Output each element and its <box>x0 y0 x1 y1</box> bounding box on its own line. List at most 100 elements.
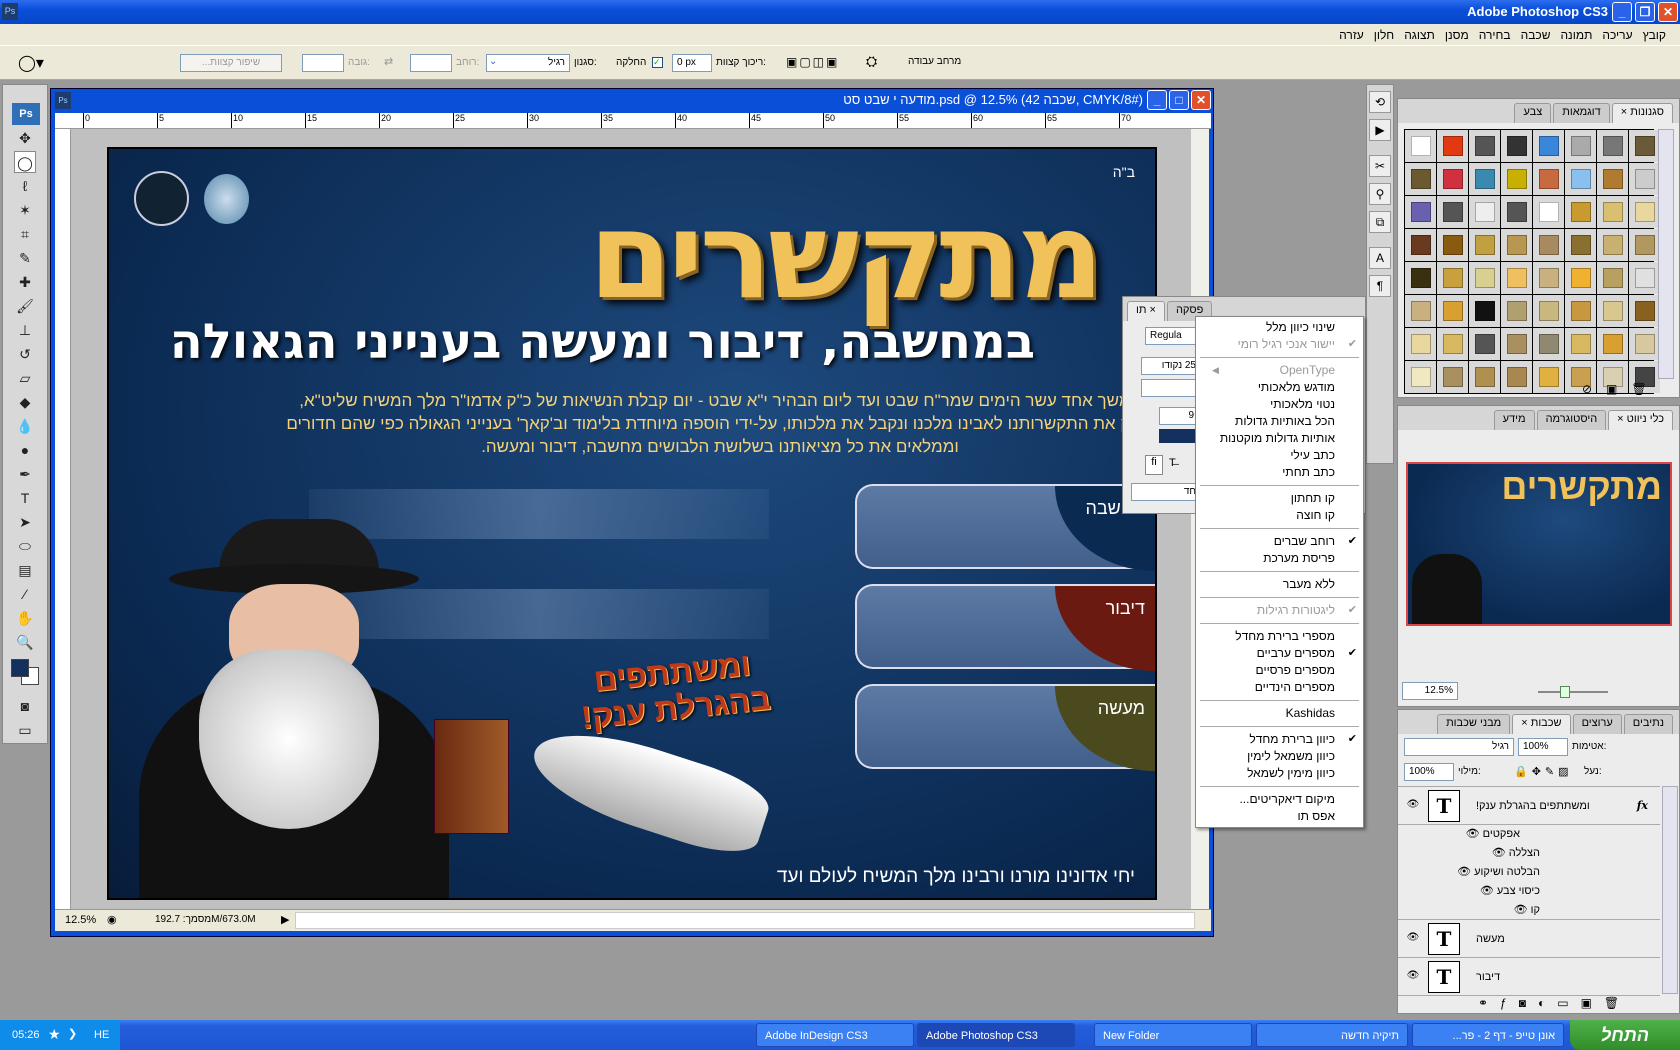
hand-tool-icon[interactable]: ✋ <box>14 607 36 629</box>
tab-info[interactable]: מידע <box>1493 410 1535 430</box>
brush-tool-icon[interactable]: 🖌 <box>14 295 36 317</box>
tab-histogram[interactable]: היסטוגרמה <box>1536 410 1607 430</box>
brushes-panel-icon[interactable]: ⚲ <box>1369 183 1391 205</box>
style-swatch[interactable] <box>1405 196 1436 228</box>
move-tool-icon[interactable]: ✥ <box>14 127 36 149</box>
style-swatch[interactable] <box>1469 361 1500 393</box>
menu-item[interactable]: קו תחתון <box>1196 490 1363 507</box>
type-tool-icon[interactable]: T <box>14 487 36 509</box>
zoom-tool-icon[interactable]: 🔍 <box>14 631 36 653</box>
menu-item[interactable]: כתב תחתי <box>1196 464 1363 481</box>
height-field[interactable] <box>302 54 344 72</box>
style-swatch[interactable] <box>1469 295 1500 327</box>
opacity-field[interactable]: 100% <box>1518 738 1568 756</box>
clone-stamp-icon[interactable]: ⊥ <box>14 319 36 341</box>
menu-item[interactable]: אפס תו <box>1196 808 1363 825</box>
menu-item[interactable]: ללא מעבר <box>1196 576 1363 593</box>
style-swatch[interactable] <box>1597 130 1628 162</box>
tab-paths[interactable]: נתיבים <box>1623 714 1673 734</box>
style-swatch[interactable] <box>1501 328 1532 360</box>
doc-maximize-button[interactable]: □ <box>1169 90 1189 110</box>
menu-select[interactable]: בחירה <box>1479 28 1511 42</box>
style-swatch[interactable] <box>1437 196 1468 228</box>
fill-field[interactable]: 100% <box>1404 763 1454 781</box>
menu-item[interactable]: כתב עילי <box>1196 447 1363 464</box>
start-button[interactable]: התחל <box>1570 1020 1680 1050</box>
language-select[interactable]: חד <box>1131 483 1201 501</box>
selection-mode-icons[interactable]: ▣▢◫▣ <box>786 55 839 69</box>
history-panel-icon[interactable]: ⟲ <box>1369 91 1391 113</box>
tab-layer-comps[interactable]: מבני שכבות <box>1437 714 1511 734</box>
style-swatch[interactable] <box>1565 295 1596 327</box>
style-swatch[interactable] <box>1597 229 1628 261</box>
menu-layer[interactable]: שכבה <box>1521 28 1551 42</box>
refine-edge-button[interactable]: שיפור קצוות... <box>180 54 282 72</box>
menu-item[interactable]: מספרים ערביים ✔ <box>1196 645 1363 662</box>
shape-tool-icon[interactable]: ⬭ <box>14 535 36 557</box>
navigator-zoom-field[interactable]: 12.5% <box>1402 682 1458 700</box>
dodge-tool-icon[interactable]: ● <box>14 439 36 461</box>
tab-layers[interactable]: שכבות × <box>1512 714 1571 734</box>
doc-minimize-button[interactable]: _ <box>1147 90 1167 110</box>
style-swatch[interactable] <box>1437 262 1468 294</box>
blend-mode-select[interactable]: רגיל <box>1404 738 1514 756</box>
style-swatch[interactable] <box>1405 163 1436 195</box>
effects-row[interactable]: אפקטים 👁 <box>1398 825 1660 844</box>
lock-icons[interactable]: 🔒✥✎▨ <box>1514 765 1573 778</box>
style-swatch[interactable] <box>1469 229 1500 261</box>
menu-file[interactable]: קובץ <box>1643 28 1666 42</box>
bridge-icon[interactable]: ⛭ <box>866 53 877 70</box>
style-swatch[interactable] <box>1501 163 1532 195</box>
menu-filter[interactable]: מסנן <box>1445 28 1469 42</box>
style-swatch[interactable] <box>1437 328 1468 360</box>
effect-row[interactable]: קו 👁 <box>1398 901 1660 920</box>
menu-view[interactable]: תצוגה <box>1404 28 1435 42</box>
style-swatch[interactable] <box>1629 163 1660 195</box>
menu-item[interactable]: מיקום דיאקריטים... <box>1196 791 1363 808</box>
style-swatch[interactable] <box>1405 229 1436 261</box>
menu-window[interactable]: חלון <box>1374 28 1395 42</box>
eyedropper-icon[interactable]: ⁄ <box>14 583 36 605</box>
healing-brush-icon[interactable]: ✚ <box>14 271 36 293</box>
style-swatch[interactable] <box>1629 295 1660 327</box>
slice-tool-icon[interactable]: ✎ <box>14 247 36 269</box>
tab-channels[interactable]: ערוצים <box>1572 714 1622 734</box>
style-swatch[interactable] <box>1437 130 1468 162</box>
minimize-button[interactable]: _ <box>1612 2 1632 22</box>
visibility-eye-icon[interactable]: 👁 <box>1404 799 1422 813</box>
zoom-level[interactable]: 12.5% <box>65 914 96 926</box>
ellipse-marquee-icon[interactable]: ◯▾ <box>18 53 44 73</box>
language-indicator[interactable]: HE <box>94 1029 109 1041</box>
menu-item[interactable]: מספרי ברירת מחדל <box>1196 628 1363 645</box>
layer-row[interactable]: 👁 T ומשתתפים בהגרלת ענק! fx <box>1398 787 1660 825</box>
style-swatch[interactable] <box>1533 262 1564 294</box>
style-swatch[interactable] <box>1501 361 1532 393</box>
style-swatch[interactable] <box>1533 130 1564 162</box>
tool-presets-icon[interactable]: ✂ <box>1369 155 1391 177</box>
blur-tool-icon[interactable]: 💧 <box>14 415 36 437</box>
tab-color[interactable]: צבע <box>1514 103 1552 123</box>
style-swatch[interactable] <box>1469 328 1500 360</box>
horizontal-scrollbar[interactable] <box>295 912 1195 929</box>
menu-item[interactable]: מספרים הינדיים <box>1196 679 1363 696</box>
style-swatch[interactable] <box>1405 262 1436 294</box>
layers-footer-icons[interactable]: ⚭ƒ◙◐▭▣🗑 <box>1478 996 1631 1010</box>
pen-tool-icon[interactable]: ✒ <box>14 463 36 485</box>
zoom-slider[interactable] <box>1538 686 1608 698</box>
style-swatch[interactable] <box>1469 163 1500 195</box>
style-swatch[interactable] <box>1565 229 1596 261</box>
antialias-checkbox[interactable]: ✓ <box>652 57 663 68</box>
style-swatch[interactable] <box>1533 229 1564 261</box>
style-swatch[interactable] <box>1629 262 1660 294</box>
style-swatch[interactable] <box>1533 328 1564 360</box>
swap-icon[interactable]: ⇄ <box>384 55 393 68</box>
style-swatch[interactable] <box>1501 196 1532 228</box>
style-swatch[interactable] <box>1405 130 1436 162</box>
style-swatch[interactable] <box>1437 163 1468 195</box>
tab-swatches[interactable]: דוגמאות <box>1553 103 1610 123</box>
taskbar-button[interactable]: Adobe Photoshop CS3 <box>917 1023 1075 1047</box>
style-swatch[interactable] <box>1437 295 1468 327</box>
style-swatch[interactable] <box>1533 361 1564 393</box>
lasso-tool-icon[interactable]: ℓ <box>14 175 36 197</box>
tray-star-icon[interactable]: ★ <box>48 1026 61 1043</box>
